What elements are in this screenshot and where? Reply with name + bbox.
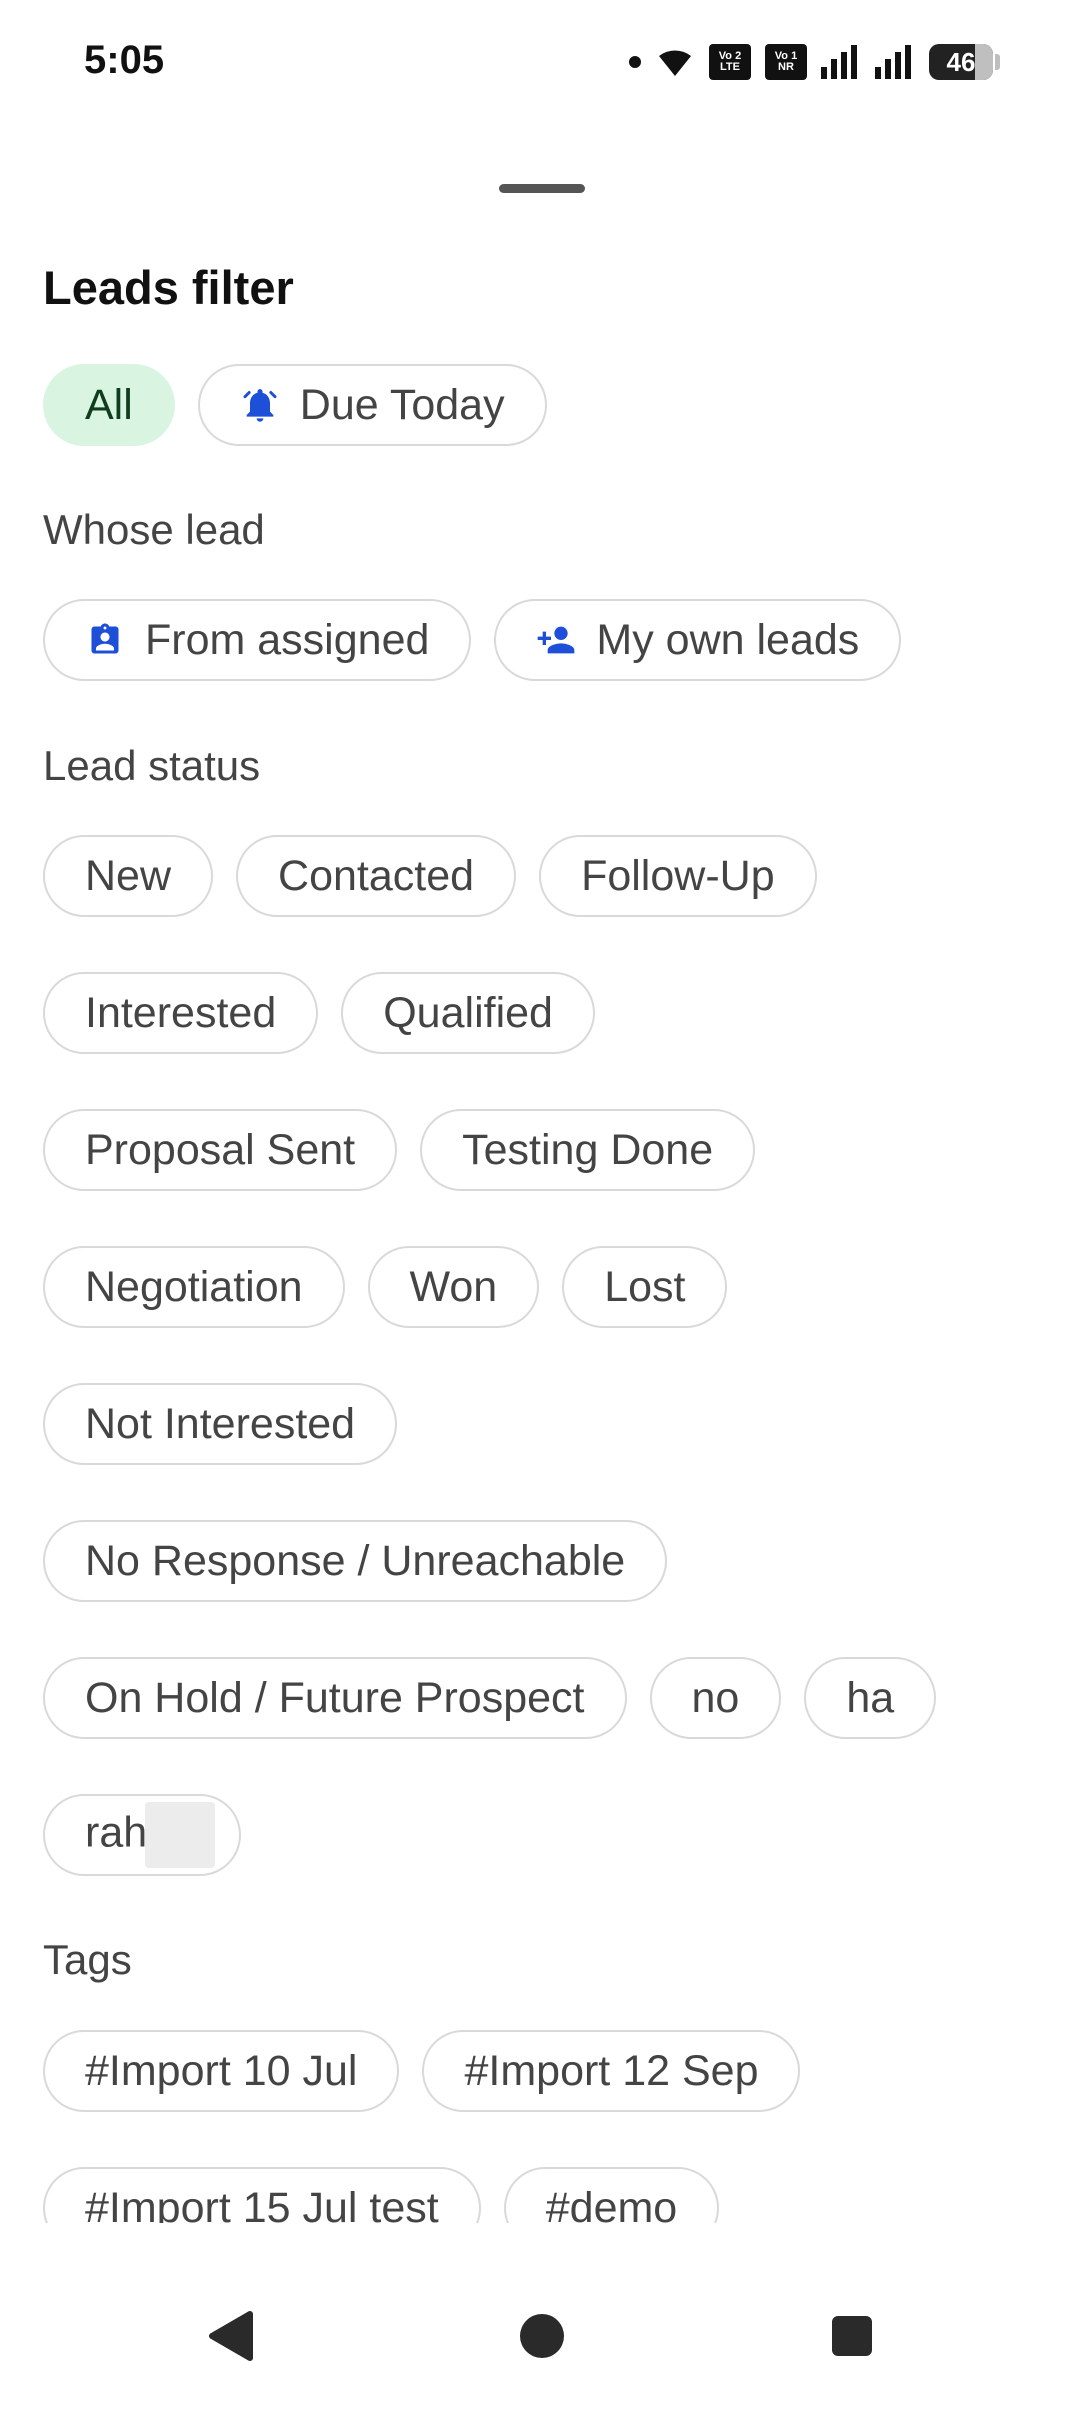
- quick-filter-row: All Due Today: [43, 364, 547, 446]
- chip-status-contacted[interactable]: Contacted: [236, 835, 517, 917]
- chip-label: All: [85, 380, 133, 429]
- chip-status-no[interactable]: no: [649, 1657, 782, 1739]
- tags-row: #Import 10 Jul #Import 12 Sep: [43, 2030, 801, 2112]
- chip-label: My own leads: [596, 615, 860, 664]
- chip-tag-demo[interactable]: #demo: [503, 2167, 720, 2224]
- lead-status-row: Not Interested: [43, 1383, 398, 1465]
- chip-label: Not Interested: [85, 1399, 356, 1448]
- chip-status-on-hold[interactable]: On Hold / Future Prospect: [43, 1657, 627, 1739]
- chip-status-lost[interactable]: Lost: [562, 1246, 728, 1328]
- chip-label: Contacted: [278, 851, 475, 900]
- chip-label: #Import 12 Sep: [464, 2046, 759, 2095]
- sim2-volte-icon: Vo 1 NR: [765, 44, 807, 80]
- chip-label: On Hold / Future Prospect: [85, 1673, 585, 1722]
- system-navigation-bar: [0, 2260, 1084, 2412]
- chip-label: Testing Done: [462, 1125, 714, 1174]
- battery-level: 46: [946, 46, 976, 77]
- lead-status-row: No Response / Unreachable: [43, 1520, 668, 1602]
- wifi-icon: [659, 50, 691, 76]
- sheet-drag-handle[interactable]: [499, 184, 585, 193]
- chip-my-own-leads[interactable]: My own leads: [494, 599, 902, 681]
- chip-all[interactable]: All: [43, 364, 175, 446]
- chip-label: Interested: [85, 988, 277, 1037]
- chip-label: Qualified: [383, 988, 553, 1037]
- chip-label: Won: [409, 1262, 498, 1311]
- chip-label: From assigned: [145, 615, 430, 664]
- chip-status-rah[interactable]: rah: [43, 1794, 242, 1876]
- recents-square-icon: [832, 2316, 872, 2356]
- chip-status-ha[interactable]: ha: [804, 1657, 937, 1739]
- nav-home-button[interactable]: [502, 2296, 582, 2376]
- notification-dot-icon: [629, 56, 641, 68]
- chip-tag-import-12-sep[interactable]: #Import 12 Sep: [422, 2030, 801, 2112]
- home-circle-icon: [520, 2314, 564, 2358]
- chip-status-negotiation[interactable]: Negotiation: [43, 1246, 345, 1328]
- lead-status-row: Proposal Sent Testing Done: [43, 1109, 756, 1191]
- sheet-title: Leads filter: [43, 261, 294, 314]
- redacted-text: [145, 1802, 216, 1868]
- chip-label: Follow-Up: [581, 851, 775, 900]
- alarm-bell-icon: [240, 385, 280, 425]
- chip-label: no: [691, 1673, 740, 1722]
- section-tags: Tags: [43, 1936, 132, 1983]
- chip-label: Negotiation: [85, 1262, 303, 1311]
- person-add-icon: [536, 620, 576, 660]
- tags-row: #Import 15 Jul test #demo: [43, 2167, 720, 2224]
- chip-status-new[interactable]: New: [43, 835, 214, 917]
- chip-status-proposal-sent[interactable]: Proposal Sent: [43, 1109, 398, 1191]
- chip-status-qualified[interactable]: Qualified: [341, 972, 595, 1054]
- lead-status-row: On Hold / Future Prospect no ha: [43, 1657, 937, 1739]
- chip-label: ha: [846, 1673, 895, 1722]
- chip-status-testing-done[interactable]: Testing Done: [420, 1109, 756, 1191]
- lead-status-row: Interested Qualified: [43, 972, 595, 1054]
- whose-lead-row: From assigned My own leads: [43, 599, 902, 681]
- chip-label: Due Today: [299, 380, 505, 429]
- chip-status-no-response[interactable]: No Response / Unreachable: [43, 1520, 668, 1602]
- assignment-ind-icon: [85, 620, 125, 660]
- nav-back-button[interactable]: [190, 2296, 270, 2376]
- signal-strength-1-icon: [821, 45, 857, 79]
- status-time: 5:05: [84, 38, 165, 82]
- chip-tag-import-10-jul[interactable]: #Import 10 Jul: [43, 2030, 400, 2112]
- lead-status-row: rah: [43, 1794, 242, 1876]
- nav-recents-button[interactable]: [812, 2296, 892, 2376]
- chip-status-interested[interactable]: Interested: [43, 972, 319, 1054]
- chip-label: rah: [85, 1808, 148, 1857]
- chip-label: #demo: [545, 2183, 678, 2224]
- section-whose-lead: Whose lead: [43, 506, 265, 553]
- chip-tag-import-15-jul-test[interactable]: #Import 15 Jul test: [43, 2167, 481, 2223]
- status-icons: Vo 2 LTE Vo 1 NR 46: [629, 40, 1000, 84]
- chip-label: Proposal Sent: [85, 1125, 356, 1174]
- tags-overflow-clip: #Import 15 Jul test #demo: [0, 2167, 1084, 2223]
- chip-status-follow-up[interactable]: Follow-Up: [539, 835, 817, 917]
- chip-label: No Response / Unreachable: [85, 1536, 626, 1585]
- lead-status-row: Negotiation Won Lost: [43, 1246, 728, 1328]
- section-lead-status: Lead status: [43, 742, 261, 789]
- signal-strength-2-icon: [875, 45, 911, 79]
- battery-icon: 46: [929, 44, 1000, 80]
- chip-due-today[interactable]: Due Today: [197, 364, 547, 446]
- lead-status-row: New Contacted Follow-Up: [43, 835, 817, 917]
- chip-label: New: [85, 851, 172, 900]
- filter-bottom-sheet: 5:05 Vo 2 LTE Vo 1 NR 46 Leads filter Al…: [0, 0, 1084, 2412]
- sim1-volte-icon: Vo 2 LTE: [709, 44, 751, 80]
- chip-from-assigned[interactable]: From assigned: [43, 599, 472, 681]
- chip-status-not-interested[interactable]: Not Interested: [43, 1383, 398, 1465]
- chip-status-won[interactable]: Won: [367, 1246, 540, 1328]
- chip-label: #Import 10 Jul: [85, 2046, 358, 2095]
- chip-label: Lost: [604, 1262, 686, 1311]
- chip-label: #Import 15 Jul test: [85, 2183, 439, 2224]
- status-bar: 5:05 Vo 2 LTE Vo 1 NR 46: [0, 0, 1084, 124]
- back-triangle-icon: [209, 2311, 253, 2361]
